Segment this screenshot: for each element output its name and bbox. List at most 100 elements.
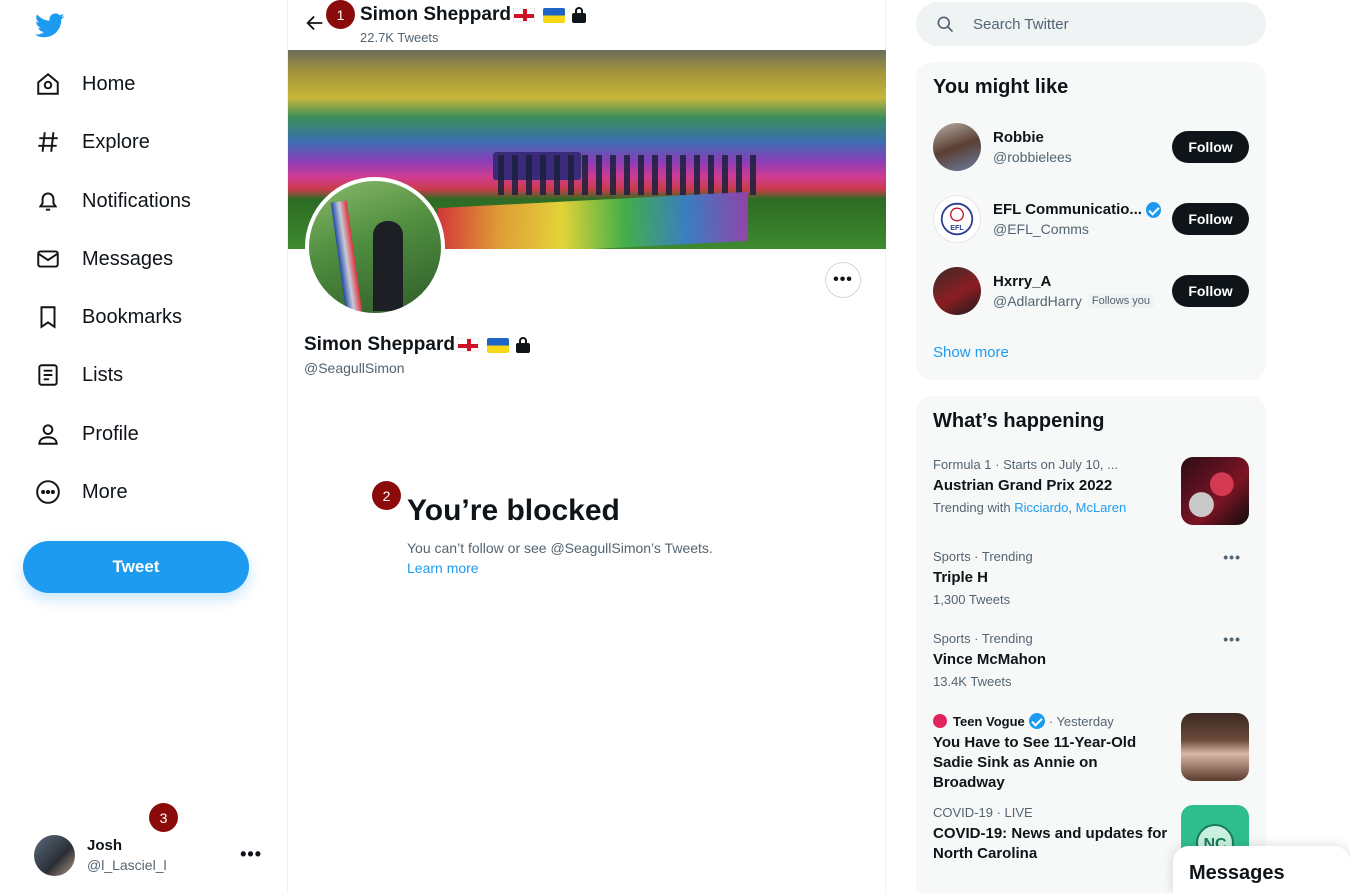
nav-label: Bookmarks <box>82 305 183 328</box>
teen-vogue-logo-icon <box>933 714 947 728</box>
messages-drawer-label: Messages <box>1189 862 1285 884</box>
messages-drawer[interactable]: Messages <box>1173 846 1350 893</box>
blocked-title: You’re blocked <box>407 494 620 527</box>
nav-bookmarks[interactable]: Bookmarks <box>34 297 182 337</box>
follows-you-badge: Follows you <box>1087 294 1154 308</box>
marker-1: 1 <box>326 0 355 29</box>
list-icon <box>34 361 62 389</box>
england-flag-icon <box>456 338 479 352</box>
tweet-button[interactable]: Tweet <box>23 541 249 593</box>
nav-label: Lists <box>82 363 124 386</box>
header-profile-name: Simon Sheppard <box>360 4 587 26</box>
bookmark-icon <box>34 303 62 331</box>
profile-more-button[interactable]: ••• <box>825 262 861 298</box>
you-might-like-title: You might like <box>933 76 1069 98</box>
suggestion-name: EFL Communicatio... <box>993 201 1142 218</box>
suggestion-handle: @EFL_Comms <box>993 221 1089 237</box>
profile-name-text: Simon Sheppard <box>304 334 455 355</box>
trend-title: COVID-19: News and updates for North Car… <box>933 825 1168 862</box>
suggestion-item[interactable]: EFL EFL Communicatio... @EFL_Comms Follo… <box>933 195 1249 243</box>
trend-link-mclaren[interactable]: McLaren <box>1076 500 1127 515</box>
trend-meta: Sports · Trending <box>933 631 1033 646</box>
trend-item[interactable]: Sports · Trending Vince McMahon 13.4K Tw… <box>933 631 1249 689</box>
nav-label: Explore <box>82 130 150 153</box>
home-icon <box>34 70 62 98</box>
nav-notifications[interactable]: Notifications <box>34 181 191 221</box>
avatar <box>933 267 981 315</box>
trend-thumbnail <box>1181 713 1249 781</box>
profile-header-bar: Simon Sheppard 22.7K Tweets <box>288 0 886 50</box>
trend-title: You Have to See 11-Year-Old Sadie Sink a… <box>933 734 1137 791</box>
ukraine-flag-icon <box>542 7 565 23</box>
nav-label: Home <box>82 72 136 95</box>
more-circle-icon <box>34 478 62 506</box>
suggestion-name: Robbie <box>993 129 1044 146</box>
verified-badge-icon <box>1028 713 1045 729</box>
svg-text:EFL: EFL <box>950 223 964 232</box>
account-switcher[interactable]: Josh @l_Lasciel_l ••• <box>34 834 270 876</box>
suggestion-item[interactable]: Hxrry_A @AdlardHarry Follows you Follow <box>933 267 1249 315</box>
trend-count: 1,300 Tweets <box>933 592 1011 607</box>
header-name-text: Simon Sheppard <box>360 4 511 25</box>
bell-icon <box>34 187 62 215</box>
efl-logo-avatar: EFL <box>933 195 981 243</box>
trend-title: Vince McMahon <box>933 651 1047 668</box>
nav-lists[interactable]: Lists <box>34 355 123 395</box>
trend-item[interactable]: Teen Vogue · Yesterday You Have to See 1… <box>933 713 1249 791</box>
avatar <box>933 123 981 171</box>
nav-label: Notifications <box>82 189 191 212</box>
trend-thumbnail <box>1181 457 1249 525</box>
nav-label: More <box>82 480 128 503</box>
suggestion-handle: @robbielees <box>993 149 1072 165</box>
nav-home[interactable]: Home <box>34 64 135 104</box>
profile-column: Simon Sheppard 22.7K Tweets 1 ••• Simon … <box>287 0 886 893</box>
trend-link-ricciardo[interactable]: Ricciardo <box>1014 500 1068 515</box>
hashtag-icon <box>34 128 62 156</box>
ukraine-flag-icon <box>486 337 509 353</box>
you-might-like-card: You might like Robbie @robbielees Follow… <box>916 62 1266 380</box>
left-sidebar: Home Explore Notifications Messages Book… <box>0 0 287 893</box>
account-handle: @l_Lasciel_l <box>87 857 167 873</box>
trend-item[interactable]: Formula 1 · Starts on July 10, ... Austr… <box>933 457 1249 525</box>
person-icon <box>34 420 62 448</box>
follow-button[interactable]: Follow <box>1172 275 1249 307</box>
tweet-count: 22.7K Tweets <box>360 30 439 45</box>
search-input[interactable] <box>973 15 1233 33</box>
blocked-description: You can’t follow or see @SeagullSimon’s … <box>407 540 713 556</box>
trend-more-icon[interactable]: ••• <box>1223 631 1241 647</box>
suggestion-name: Hxrry_A <box>993 273 1052 290</box>
twitter-logo-icon[interactable] <box>34 10 65 40</box>
back-arrow-icon[interactable] <box>304 12 326 34</box>
marker-3: 3 <box>149 803 178 832</box>
learn-more-link[interactable]: Learn more <box>407 560 479 576</box>
follow-button[interactable]: Follow <box>1172 203 1249 235</box>
lock-icon <box>571 7 587 23</box>
account-name: Josh <box>87 837 123 854</box>
suggestion-item[interactable]: Robbie @robbielees Follow <box>933 123 1249 171</box>
profile-name: Simon Sheppard <box>304 334 531 356</box>
nav-messages[interactable]: Messages <box>34 239 173 279</box>
trend-source: Teen Vogue <box>953 713 1025 729</box>
profile-avatar[interactable] <box>305 177 445 317</box>
trend-item[interactable]: Sports · Trending Triple H 1,300 Tweets … <box>933 549 1249 607</box>
search-icon <box>935 14 955 34</box>
trend-time: · Yesterday <box>1048 713 1114 729</box>
verified-badge-icon <box>1145 201 1161 218</box>
envelope-icon <box>34 245 62 273</box>
whats-happening-title: What’s happening <box>933 410 1105 432</box>
show-more-link[interactable]: Show more <box>933 344 1009 361</box>
nav-more[interactable]: More <box>34 472 128 512</box>
nav-profile[interactable]: Profile <box>34 414 139 454</box>
nav-label: Profile <box>82 422 139 445</box>
nav-explore[interactable]: Explore <box>34 122 150 162</box>
whats-happening-card: What’s happening Formula 1 · Starts on J… <box>916 396 1266 893</box>
avatar <box>34 834 75 876</box>
follow-button[interactable]: Follow <box>1172 131 1249 163</box>
trend-meta: Sports · Trending <box>933 549 1033 564</box>
england-flag-icon <box>512 8 535 22</box>
account-menu-icon[interactable]: ••• <box>240 844 262 865</box>
trend-count: 13.4K Tweets <box>933 674 1012 689</box>
search-box[interactable] <box>916 2 1266 46</box>
trend-more-icon[interactable]: ••• <box>1223 549 1241 565</box>
trending-with-label: Trending with <box>933 500 1011 515</box>
